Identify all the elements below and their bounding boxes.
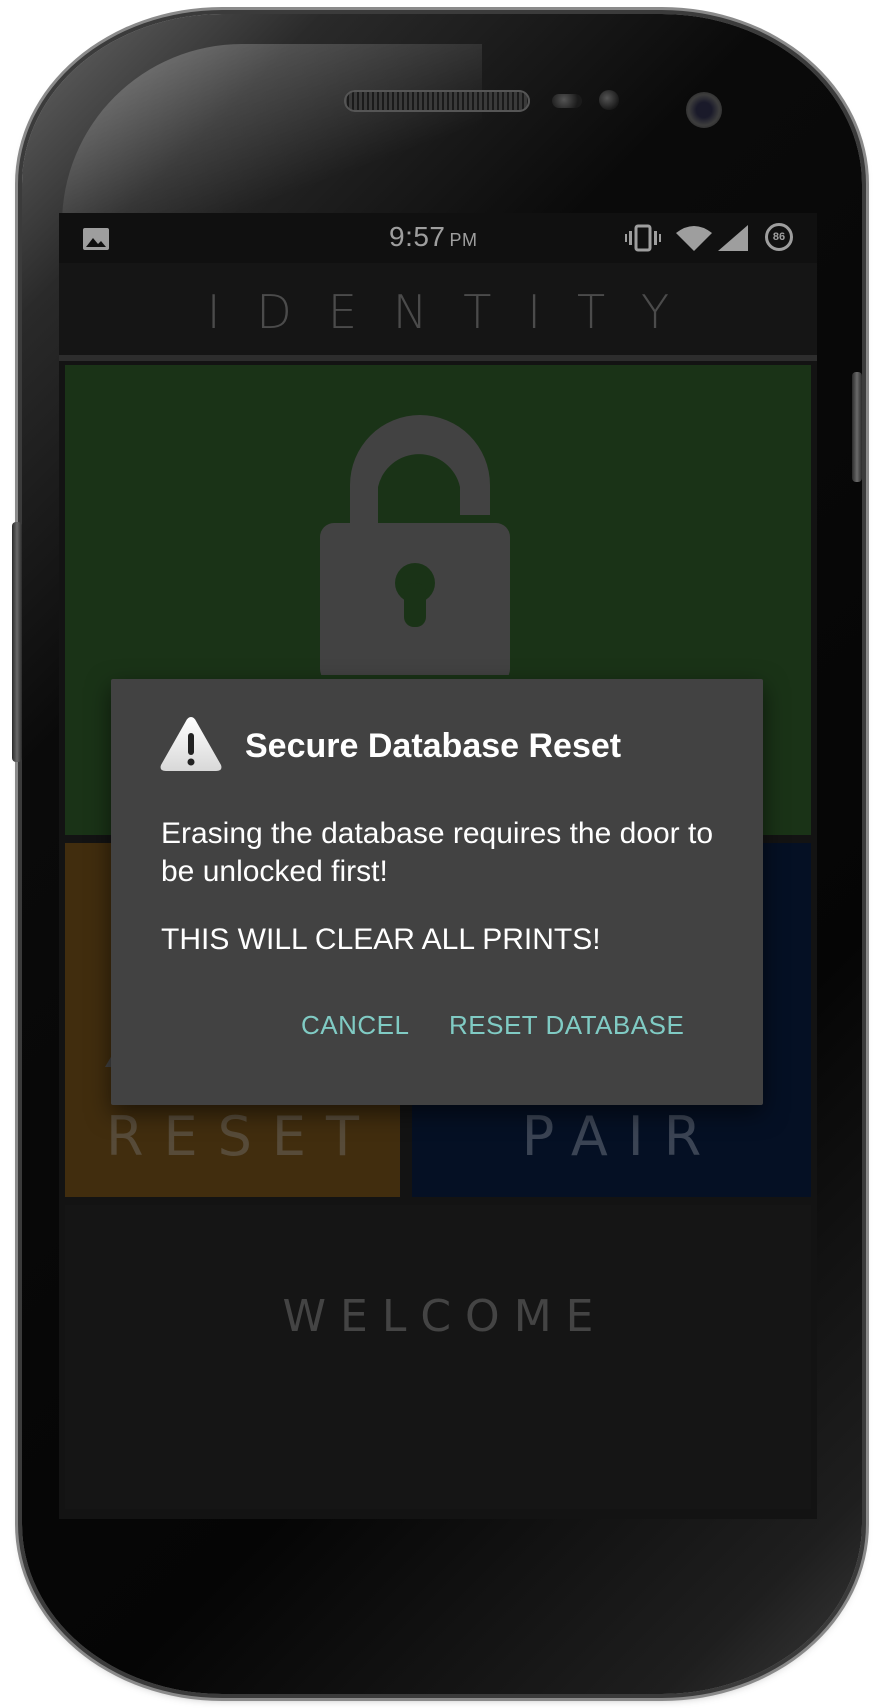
device-frame: 9:57 PM 86 IDENTITY RESET PAIR WELCOME S…: [0, 0, 888, 1708]
reset-dialog: Secure Database Reset Erasing the databa…: [111, 679, 763, 1105]
light-sensor: [599, 90, 619, 110]
volume-rocker[interactable]: [12, 522, 22, 762]
reset-database-button[interactable]: RESET DATABASE: [449, 1003, 684, 1047]
front-camera: [686, 92, 722, 128]
earpiece-speaker: [344, 90, 530, 112]
phone-highlight: [62, 44, 482, 224]
power-button[interactable]: [852, 372, 862, 482]
warning-triangle-icon: [160, 717, 222, 771]
cancel-button[interactable]: CANCEL: [301, 1003, 409, 1047]
dialog-title: Secure Database Reset: [245, 727, 622, 765]
screen: 9:57 PM 86 IDENTITY RESET PAIR WELCOME S…: [59, 213, 817, 1519]
proximity-sensor: [552, 94, 582, 108]
dialog-message: Erasing the database requires the door t…: [161, 817, 714, 888]
dialog-warning: THIS WILL CLEAR ALL PRINTS!: [161, 923, 601, 956]
